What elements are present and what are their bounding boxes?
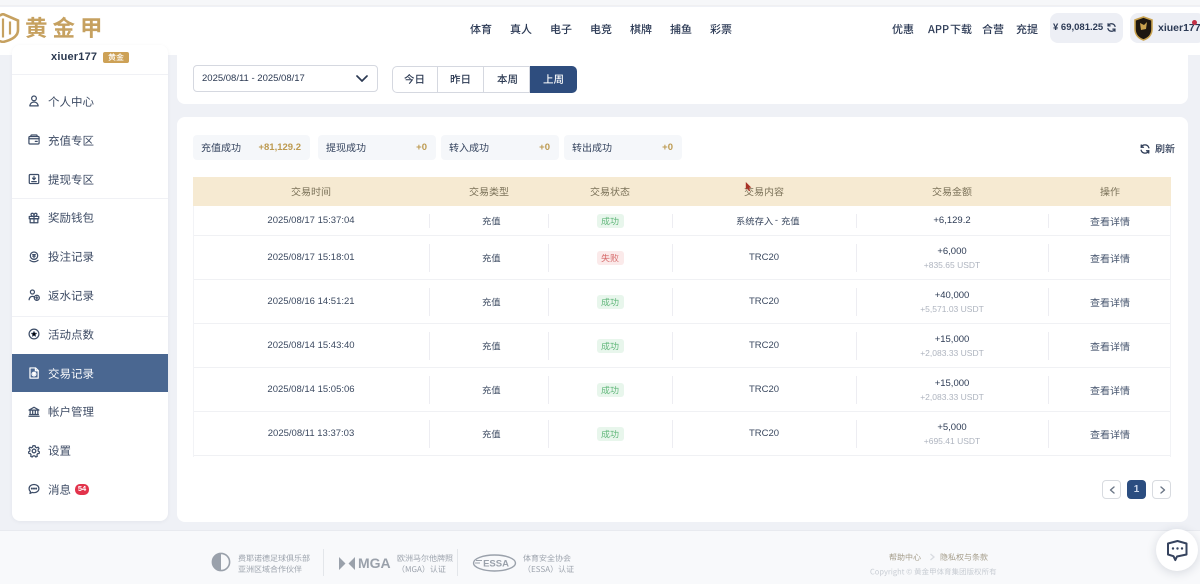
svg-text:ESSA: ESSA <box>483 559 509 570</box>
